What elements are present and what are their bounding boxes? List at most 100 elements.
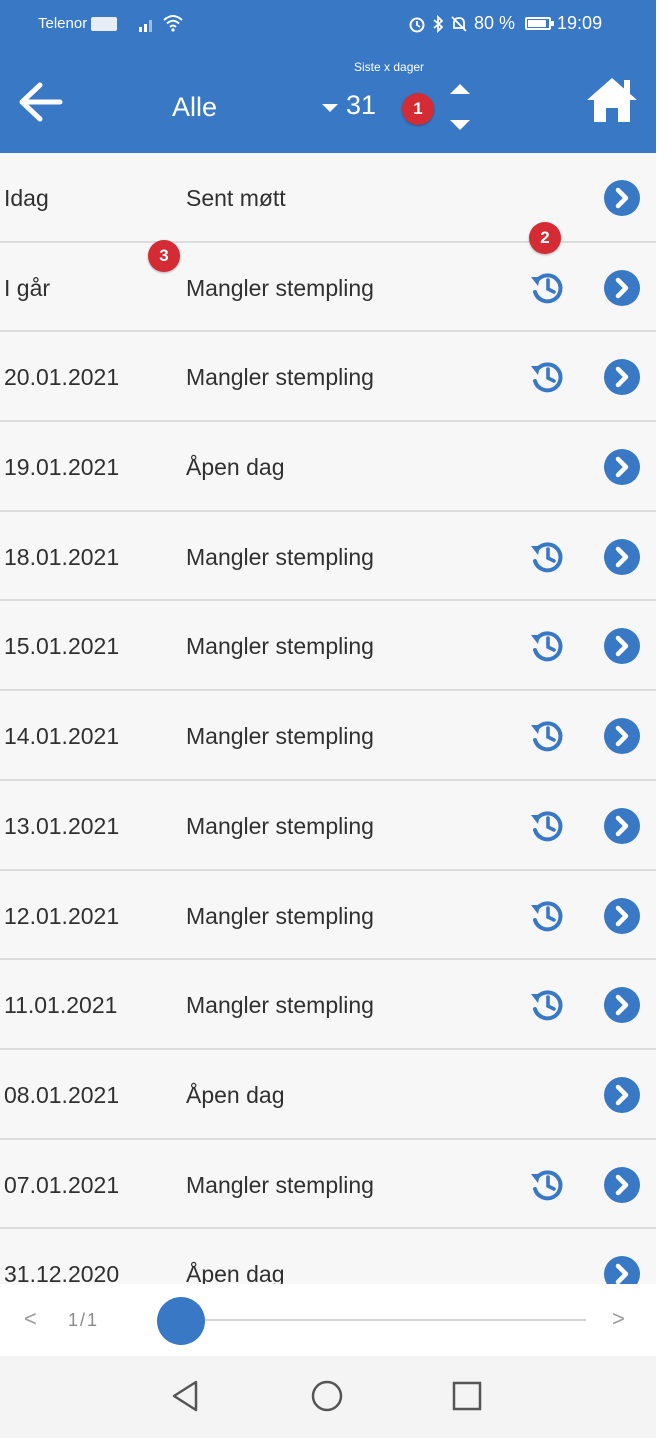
- dropdown-arrow-icon: [322, 103, 338, 112]
- annotation-badge-3: 3: [148, 240, 180, 272]
- day-row[interactable]: 15.01.2021 Mangler stempling: [0, 601, 656, 692]
- home-button[interactable]: [584, 72, 640, 128]
- pager-prev-button[interactable]: <: [24, 1306, 37, 1332]
- day-status: Åpen dag: [186, 454, 285, 481]
- chevron-right-circle-icon[interactable]: [604, 897, 640, 934]
- pager-next-button[interactable]: >: [612, 1306, 625, 1332]
- history-icon[interactable]: [529, 718, 565, 754]
- day-date: 07.01.2021: [4, 1171, 120, 1198]
- back-button[interactable]: [16, 80, 64, 124]
- day-row[interactable]: 13.01.2021 Mangler stempling: [0, 780, 656, 871]
- history-icon[interactable]: [529, 270, 565, 306]
- status-bar: Telenor 80 % 19:09: [0, 0, 656, 48]
- day-row[interactable]: 08.01.2021 Åpen dag: [0, 1049, 656, 1140]
- chevron-right-circle-icon[interactable]: [604, 628, 640, 665]
- filter-label[interactable]: Alle: [172, 92, 217, 123]
- day-status: Mangler stempling: [186, 1171, 374, 1198]
- day-row[interactable]: 19.01.2021 Åpen dag: [0, 422, 656, 512]
- days-dropdown[interactable]: 31: [322, 90, 376, 121]
- day-date: 11.01.2021: [4, 992, 118, 1019]
- day-date: 18.01.2021: [4, 543, 120, 570]
- annotation-badge-1: 1: [402, 93, 434, 125]
- day-status: Mangler stempling: [186, 812, 374, 839]
- history-icon[interactable]: [529, 808, 565, 844]
- day-date: I går: [4, 274, 51, 301]
- day-status: Mangler stempling: [186, 633, 374, 660]
- days-caption: Siste x dager: [354, 60, 425, 74]
- day-status: Mangler stempling: [186, 992, 374, 1019]
- days-stepper[interactable]: [446, 84, 474, 134]
- day-row[interactable]: 20.01.2021 Mangler stempling: [0, 332, 656, 423]
- history-icon[interactable]: [529, 1167, 565, 1203]
- day-date: 20.01.2021: [4, 364, 120, 391]
- chevron-right-circle-icon[interactable]: [604, 1166, 640, 1203]
- chevron-right-circle-icon[interactable]: [604, 449, 640, 486]
- day-status: Mangler stempling: [186, 902, 374, 929]
- notifications-off-icon: [451, 15, 467, 32]
- volte-icon: [91, 16, 118, 31]
- stepper-down-icon[interactable]: [450, 120, 470, 130]
- history-icon[interactable]: [529, 539, 565, 575]
- chevron-right-circle-icon[interactable]: [604, 807, 640, 844]
- day-status: Åpen dag: [186, 1261, 285, 1284]
- clock: 19:09: [557, 13, 603, 33]
- day-status: Mangler stempling: [186, 543, 374, 570]
- day-row[interactable]: 11.01.2021 Mangler stempling: [0, 960, 656, 1050]
- chevron-right-circle-icon[interactable]: [604, 180, 640, 216]
- day-row[interactable]: 18.01.2021 Mangler stempling: [0, 511, 656, 602]
- signal-icon: [139, 20, 152, 32]
- days-value: 31: [346, 90, 377, 120]
- android-nav-bar: [0, 1356, 656, 1438]
- arrow-left-icon: [19, 82, 63, 122]
- carrier-name: Telenor: [38, 15, 88, 32]
- bluetooth-icon: [433, 14, 444, 33]
- chevron-right-circle-icon[interactable]: [604, 718, 640, 755]
- screen-edge: [656, 0, 668, 1438]
- day-date: Idag: [4, 185, 49, 211]
- chevron-right-circle-icon[interactable]: [604, 359, 640, 396]
- nav-back-icon[interactable]: [166, 1376, 206, 1416]
- pager-track[interactable]: [182, 1319, 586, 1321]
- chevron-right-circle-icon[interactable]: [604, 269, 640, 306]
- chevron-right-circle-icon[interactable]: [604, 538, 640, 575]
- history-icon[interactable]: [529, 987, 565, 1023]
- battery-icon: [525, 17, 555, 30]
- pager-pages: 1/1: [68, 1310, 100, 1330]
- day-date: 12.01.2021: [4, 902, 120, 929]
- history-icon[interactable]: [529, 898, 565, 934]
- day-status: Mangler stempling: [186, 364, 374, 391]
- chevron-right-circle-icon[interactable]: [604, 987, 640, 1024]
- wifi-icon: [163, 15, 183, 32]
- day-status: Sent møtt: [186, 185, 286, 211]
- app-header: Telenor 80 % 19:09 Alle Siste x dager 31: [0, 0, 656, 153]
- nav-home-icon[interactable]: [307, 1376, 347, 1416]
- day-date: 15.01.2021: [4, 633, 120, 660]
- day-status: Mangler stempling: [186, 723, 374, 750]
- home-icon: [587, 78, 637, 122]
- day-date: 08.01.2021: [4, 1081, 120, 1108]
- day-date: 13.01.2021: [4, 812, 120, 839]
- battery-percent: 80 %: [474, 13, 516, 33]
- stepper-up-icon[interactable]: [450, 84, 470, 94]
- alarm-icon: [409, 17, 425, 32]
- day-row[interactable]: I går Mangler stempling: [0, 242, 656, 333]
- history-icon[interactable]: [529, 628, 565, 664]
- day-status: Mangler stempling: [186, 274, 374, 301]
- carrier: Telenor: [38, 15, 118, 32]
- system-icons: 80 % 19:09: [408, 13, 602, 34]
- day-date: 19.01.2021: [4, 454, 120, 481]
- pager-thumb[interactable]: [157, 1297, 205, 1345]
- day-row[interactable]: 31.12.2020 Åpen dag: [0, 1229, 656, 1284]
- chevron-right-circle-icon[interactable]: [604, 1256, 640, 1284]
- day-list: Idag Sent møtt I går Mangler stempling 2…: [0, 153, 656, 1284]
- history-icon[interactable]: [529, 359, 565, 395]
- day-row[interactable]: 14.01.2021 Mangler stempling: [0, 691, 656, 781]
- chevron-right-circle-icon[interactable]: [604, 1076, 640, 1113]
- day-date: 14.01.2021: [4, 723, 120, 750]
- signal-wifi-icons: [138, 14, 184, 32]
- pager: < 1/1 >: [0, 1284, 656, 1356]
- nav-recents-icon[interactable]: [447, 1376, 487, 1416]
- annotation-badge-2: 2: [529, 222, 561, 254]
- day-row[interactable]: 12.01.2021 Mangler stempling: [0, 870, 656, 961]
- day-row[interactable]: 07.01.2021 Mangler stempling: [0, 1139, 656, 1230]
